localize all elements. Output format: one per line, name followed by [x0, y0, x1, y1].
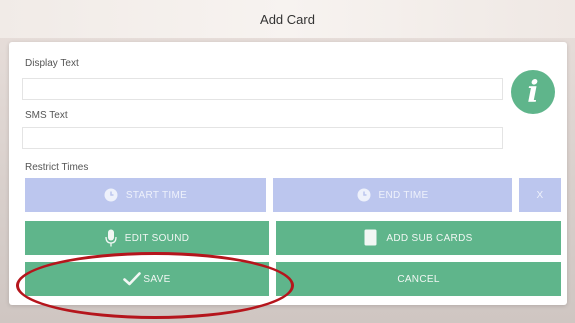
- start-time-label: START TIME: [125, 189, 188, 201]
- add-sub-cards-button[interactable]: ADD SUB CARDS: [276, 221, 561, 255]
- end-time-button[interactable]: END TIME: [273, 178, 512, 212]
- restrict-times-label: Restrict Times: [25, 162, 89, 173]
- info-icon[interactable]: i: [511, 70, 555, 114]
- end-time-label: END TIME: [378, 189, 429, 201]
- cancel-label: CANCEL: [397, 273, 440, 285]
- sms-text-input[interactable]: [22, 127, 503, 149]
- edit-sound-label: EDIT SOUND: [124, 232, 190, 244]
- start-time-button[interactable]: START TIME: [25, 178, 266, 212]
- edit-sound-button[interactable]: EDIT SOUND: [25, 221, 269, 255]
- window-title: Add Card: [260, 11, 315, 27]
- cards-icon: [364, 229, 378, 247]
- clear-time-button[interactable]: X: [519, 178, 561, 212]
- sms-text-label: SMS Text: [25, 110, 68, 121]
- clock-icon: [104, 188, 118, 202]
- title-bar: Add Card: [0, 0, 575, 38]
- highlight-annotation: [16, 252, 294, 319]
- clock-icon: [357, 188, 371, 202]
- add-sub-cards-label: ADD SUB CARDS: [386, 232, 473, 244]
- microphone-icon: [105, 229, 117, 247]
- display-text-label: Display Text: [25, 58, 79, 69]
- cancel-button[interactable]: CANCEL: [276, 262, 561, 296]
- display-text-input[interactable]: [22, 78, 503, 100]
- clear-time-label: X: [536, 189, 544, 201]
